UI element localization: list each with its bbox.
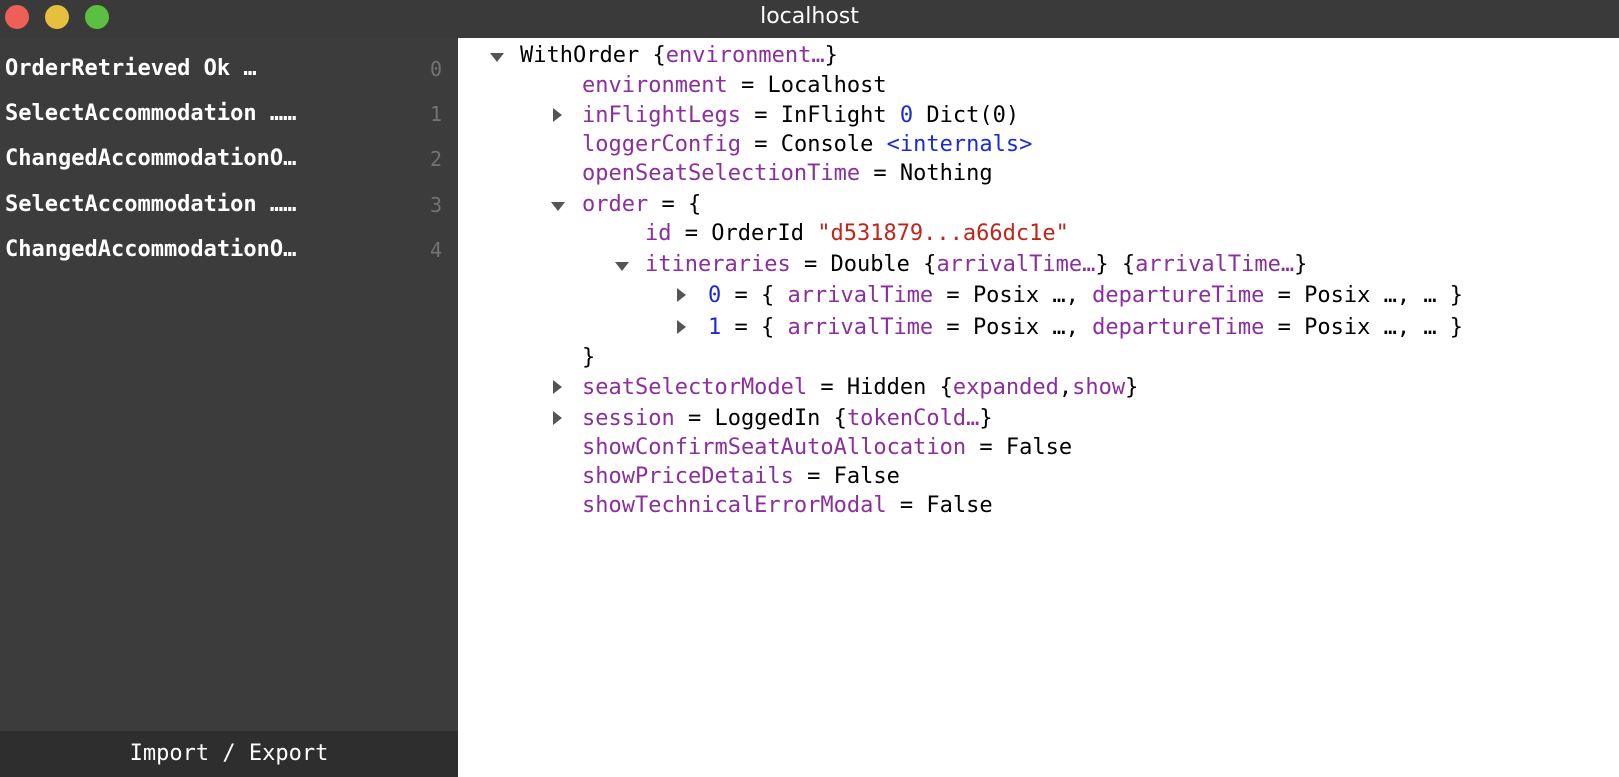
field-key: arrivalTime — [787, 283, 934, 308]
message-item-4[interactable]: ChangedAccommodationO… 4 — [5, 227, 450, 273]
field-key: loggerConfig — [582, 132, 741, 157]
field-preview: tokenCold… — [846, 406, 980, 431]
tree-row-loggerconfig: loggerConfig = Console <internals> — [582, 132, 1033, 157]
field-key: departureTime — [1092, 283, 1265, 308]
field-tail: … } — [1423, 315, 1464, 340]
tree-row-itinerary-0: 0 = { arrivalTime = Posix …, departureTi… — [708, 283, 1464, 308]
message-label: SelectAccommodation …… — [5, 101, 297, 126]
root-constructor: WithOrder — [520, 43, 640, 68]
field-value: False — [1005, 435, 1073, 460]
message-index: 1 — [429, 102, 442, 126]
field-value: Double — [830, 252, 910, 277]
field-value: False — [833, 464, 900, 489]
field-key: showConfirmSeatAutoAllocation — [582, 435, 967, 460]
field-key: id — [645, 221, 672, 246]
field-preview: expanded — [952, 375, 1059, 400]
field-value: False — [926, 493, 993, 518]
field-value: Posix … — [1304, 315, 1397, 340]
collapse-toggle-icon[interactable] — [615, 262, 629, 271]
tree-row-inflightlegs: inFlightLegs = InFlight 0 Dict(0) — [582, 103, 1020, 128]
field-key: openSeatSelectionTime — [582, 161, 861, 186]
field-key: arrivalTime — [787, 315, 934, 340]
field-key: session — [582, 406, 675, 431]
message-index: 0 — [429, 57, 442, 81]
expand-toggle-icon[interactable] — [677, 320, 686, 334]
message-item-1[interactable]: SelectAccommodation …… 1 — [5, 91, 450, 137]
field-value: Posix … — [972, 283, 1066, 308]
field-key: seatSelectorModel — [582, 375, 808, 400]
field-number: 0 — [899, 103, 914, 128]
expand-toggle-icon[interactable] — [677, 288, 686, 302]
import-export-button[interactable]: Import / Export — [0, 731, 458, 777]
brace: { — [687, 192, 702, 217]
message-item-0[interactable]: OrderRetrieved Ok … 0 — [5, 46, 450, 92]
field-value: Localhost — [767, 73, 887, 98]
item-index: 1 — [708, 315, 722, 340]
root-preview: environment… — [665, 43, 825, 68]
field-key: environment — [582, 73, 728, 98]
expand-toggle-icon[interactable] — [553, 411, 562, 425]
message-history-sidebar: OrderRetrieved Ok … 0 SelectAccommodatio… — [0, 38, 458, 777]
field-value: Posix … — [1304, 283, 1397, 308]
brace: } — [824, 43, 838, 68]
field-preview: show — [1072, 375, 1126, 400]
field-preview: arrivalTime… — [1135, 252, 1295, 277]
field-value: Posix … — [972, 315, 1066, 340]
tree-row-environment: environment = Localhost — [582, 73, 887, 98]
field-key: inFlightLegs — [582, 103, 741, 128]
field-value: InFlight — [780, 103, 887, 128]
field-string: "d531879...a66dc1e" — [817, 221, 1069, 246]
tree-row-order-close: } — [582, 345, 596, 370]
field-value: LoggedIn — [714, 406, 821, 431]
window-title: localhost — [760, 4, 859, 29]
tree-root-row: WithOrder {environment…} — [520, 41, 838, 71]
field-preview: arrivalTime… — [936, 252, 1096, 277]
tree-row-order-id: id = OrderId "d531879...a66dc1e" — [645, 221, 1069, 246]
message-label: ChangedAccommodationO… — [5, 146, 297, 171]
message-item-2[interactable]: ChangedAccommodationO… 2 — [5, 136, 450, 182]
message-label: SelectAccommodation …… — [5, 192, 297, 217]
field-key: showPriceDetails — [582, 464, 794, 489]
tree-row-showpricedetails: showPriceDetails = False — [582, 464, 900, 489]
expand-toggle-icon[interactable] — [553, 108, 562, 122]
field-suffix: Dict(0) — [926, 103, 1020, 128]
model-state-tree: WithOrder {environment…} environment = L… — [458, 38, 1619, 777]
tree-row-itineraries: itineraries = Double {arrivalTime…} {arr… — [645, 252, 1308, 277]
field-value: Nothing — [899, 161, 993, 186]
tree-row-openseatselectiontime: openSeatSelectionTime = Nothing — [582, 161, 993, 186]
tree-row-seatselectormodel: seatSelectorModel = Hidden {expanded,sho… — [582, 375, 1139, 400]
field-internals: <internals> — [886, 132, 1033, 157]
tree-row-order: order = { — [582, 192, 702, 217]
field-key: itineraries — [645, 252, 791, 277]
field-key: order — [582, 192, 649, 217]
tree-row-showconfirmseatautoallocation: showConfirmSeatAutoAllocation = False — [582, 435, 1073, 460]
message-label: ChangedAccommodationO… — [5, 237, 297, 262]
message-index: 2 — [429, 147, 442, 171]
message-index: 3 — [429, 193, 442, 217]
item-index: 0 — [708, 283, 722, 308]
brace: { — [652, 43, 666, 68]
collapse-toggle-icon[interactable] — [490, 53, 504, 62]
expand-toggle-icon[interactable] — [553, 380, 562, 394]
tree-row-showtechnicalerrormodal: showTechnicalErrorModal = False — [582, 493, 993, 518]
field-key: departureTime — [1092, 315, 1265, 340]
field-value: Console — [780, 132, 874, 157]
message-label: OrderRetrieved Ok … — [5, 56, 257, 81]
field-key: showTechnicalErrorModal — [582, 493, 887, 518]
tree-row-itinerary-1: 1 = { arrivalTime = Posix …, departureTi… — [708, 315, 1464, 340]
window-titlebar: localhost — [0, 0, 1619, 38]
tree-row-session: session = LoggedIn {tokenCold…} — [582, 406, 993, 431]
field-value: Hidden — [846, 375, 927, 400]
collapse-toggle-icon[interactable] — [551, 202, 565, 211]
message-index: 4 — [429, 238, 442, 262]
message-item-3[interactable]: SelectAccommodation …… 3 — [5, 182, 450, 228]
field-value: OrderId — [711, 221, 804, 246]
field-tail: … } — [1423, 283, 1464, 308]
